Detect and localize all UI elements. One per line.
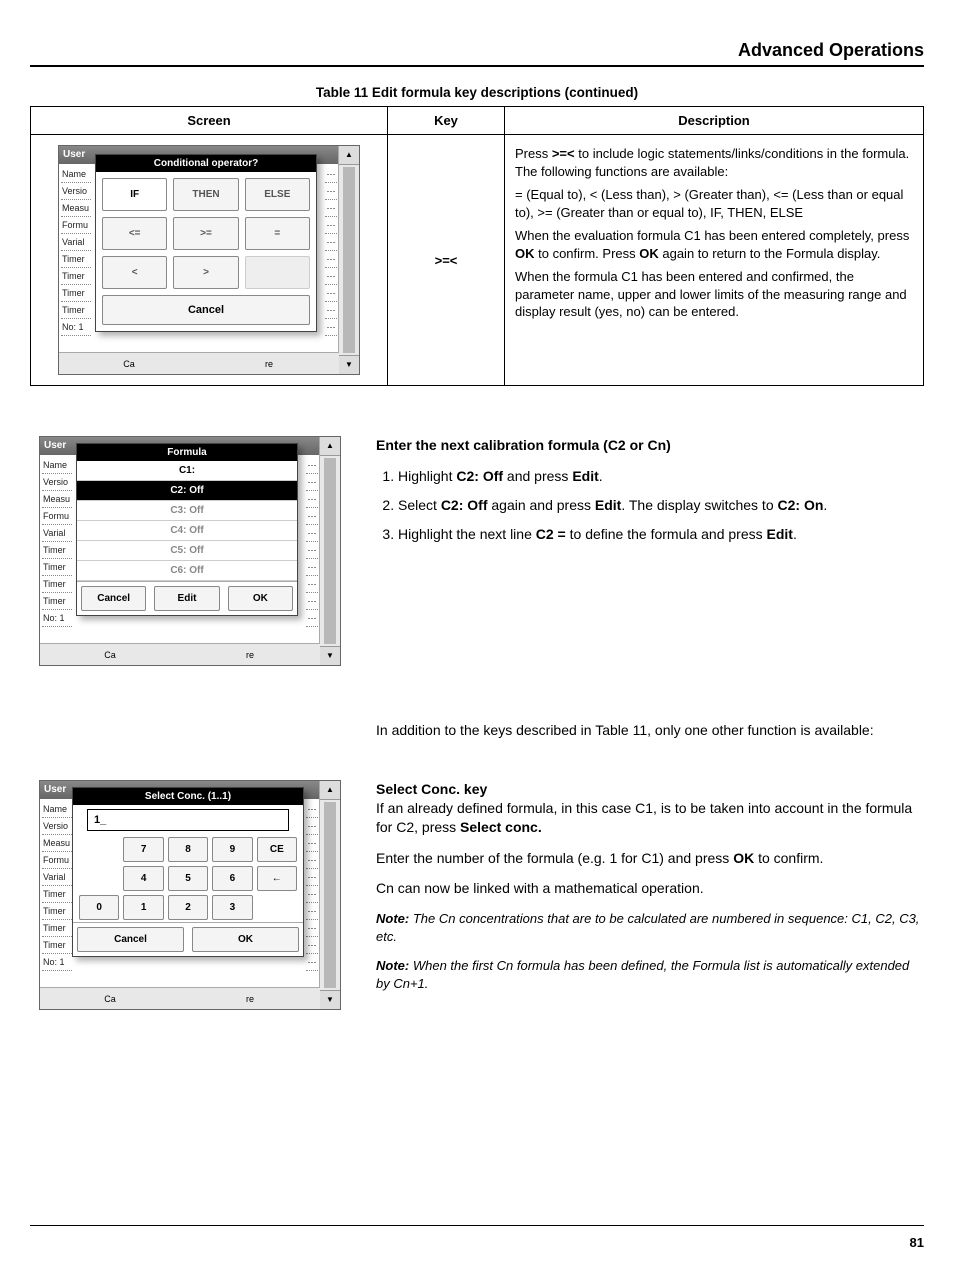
cancel-button[interactable]: Cancel [81, 586, 146, 611]
op-then-button[interactable]: THEN [173, 178, 238, 211]
dialog-title: Formula [77, 444, 297, 461]
th-screen: Screen [31, 107, 388, 135]
conc-input[interactable]: 1_ [87, 809, 289, 831]
formula-row-c1[interactable]: C1: [77, 461, 297, 481]
formula-key-table: Screen Key Description User Name Versio … [30, 106, 924, 386]
keypad-7[interactable]: 7 [123, 837, 163, 862]
keypad-0[interactable]: 0 [79, 895, 119, 920]
dev-bottom-l: Ca [59, 352, 199, 374]
scroll-down-icon[interactable]: ▼ [320, 990, 340, 1009]
th-key: Key [388, 107, 505, 135]
keypad-1[interactable]: 1 [123, 895, 163, 920]
cancel-button[interactable]: Cancel [102, 295, 310, 325]
edit-button[interactable]: Edit [154, 586, 219, 611]
op-lte-button[interactable]: <= [102, 217, 167, 250]
scroll-up-icon[interactable]: ▲ [320, 437, 340, 456]
cancel-button[interactable]: Cancel [77, 927, 184, 952]
keypad-4[interactable]: 4 [123, 866, 163, 891]
device-right-dots: ⋯⋯⋯⋯⋯⋯⋯⋯⋯⋯ [306, 457, 318, 627]
device-side-list: Name Versio Measu Formu Varial Timer Tim… [42, 457, 72, 627]
keypad-5[interactable]: 5 [168, 866, 208, 891]
keypad-3[interactable]: 3 [212, 895, 252, 920]
dev-bottom-r: re [199, 352, 339, 374]
page-number: 81 [910, 1235, 924, 1250]
section-header: Advanced Operations [30, 40, 924, 67]
dialog-title: Select Conc. (1..1) [73, 788, 303, 805]
keypad-6[interactable]: 6 [212, 866, 252, 891]
formula-row-c4[interactable]: C4: Off [77, 521, 297, 541]
op-blank [245, 256, 310, 289]
op-if-button[interactable]: IF [102, 178, 167, 211]
keypad-9[interactable]: 9 [212, 837, 252, 862]
dialog-conditional-operator: Conditional operator? IF THEN ELSE <= >=… [95, 154, 317, 332]
formula-row-c5[interactable]: C5: Off [77, 541, 297, 561]
dev-top-l: User [63, 149, 85, 160]
keypad-2[interactable]: 2 [168, 895, 208, 920]
body-text: Cn can now be linked with a mathematical… [376, 879, 924, 898]
device-right-dots: ⋯⋯⋯⋯⋯⋯⋯⋯⋯⋯ [306, 801, 318, 971]
device-scrollbar[interactable]: ▲ ▼ [338, 146, 359, 374]
device-screenshot-conditional: User Name Versio Measu Formu Varial Time… [58, 145, 360, 375]
list-item: Highlight C2: Off and press Edit. [398, 467, 924, 486]
list-item: Highlight the next line C2 = to define t… [398, 525, 924, 544]
th-description: Description [505, 107, 924, 135]
scroll-down-icon[interactable]: ▼ [320, 646, 340, 665]
section-heading: Select Conc. key [376, 781, 487, 797]
device-side-list: Name Versio Measu Formu Varial Timer Tim… [42, 801, 72, 971]
op-eq-button[interactable]: = [245, 217, 310, 250]
table-caption: Table 11 Edit formula key descriptions (… [30, 85, 924, 100]
device-side-list: Name Versio Measu Formu Varial Timer Tim… [61, 166, 91, 336]
device-screenshot-formula: User Name Versio Measu Formu Varial Time… [39, 436, 341, 666]
device-right-dots: ⋯⋯⋯⋯⋯⋯⋯⋯⋯⋯ [325, 166, 337, 336]
scroll-up-icon[interactable]: ▲ [320, 781, 340, 800]
dialog-select-conc: Select Conc. (1..1) 1_ 7 8 9 CE 4 5 6 ← … [72, 787, 304, 957]
cell-screen: User Name Versio Measu Formu Varial Time… [31, 135, 388, 386]
cell-key: >=< [388, 135, 505, 386]
ok-button[interactable]: OK [228, 586, 293, 611]
scroll-down-icon[interactable]: ▼ [339, 355, 359, 374]
scroll-up-icon[interactable]: ▲ [339, 146, 359, 165]
ok-button[interactable]: OK [192, 927, 299, 952]
keypad-backspace-icon[interactable]: ← [257, 866, 297, 891]
op-lt-button[interactable]: < [102, 256, 167, 289]
op-gte-button[interactable]: >= [173, 217, 238, 250]
formula-row-c2[interactable]: C2: Off [77, 481, 297, 501]
device-screenshot-select-conc: User Name Versio Measu Formu Varial Time… [39, 780, 341, 1010]
device-scrollbar[interactable]: ▲ ▼ [319, 781, 340, 1009]
op-else-button[interactable]: ELSE [245, 178, 310, 211]
formula-row-c6[interactable]: C6: Off [77, 561, 297, 581]
list-item: Select C2: Off again and press Edit. The… [398, 496, 924, 515]
footer-rule [30, 1225, 924, 1226]
keypad-8[interactable]: 8 [168, 837, 208, 862]
device-scrollbar[interactable]: ▲ ▼ [319, 437, 340, 665]
instruction-list: Highlight C2: Off and press Edit. Select… [376, 467, 924, 544]
formula-row-c3[interactable]: C3: Off [77, 501, 297, 521]
op-gt-button[interactable]: > [173, 256, 238, 289]
dialog-title: Conditional operator? [96, 155, 316, 172]
keypad-ce[interactable]: CE [257, 837, 297, 862]
dialog-formula: Formula C1: C2: Off C3: Off C4: Off C5: … [76, 443, 298, 616]
section-heading: Enter the next calibration formula (C2 o… [376, 436, 924, 455]
cell-description: Press >=< to include logic statements/li… [505, 135, 924, 386]
